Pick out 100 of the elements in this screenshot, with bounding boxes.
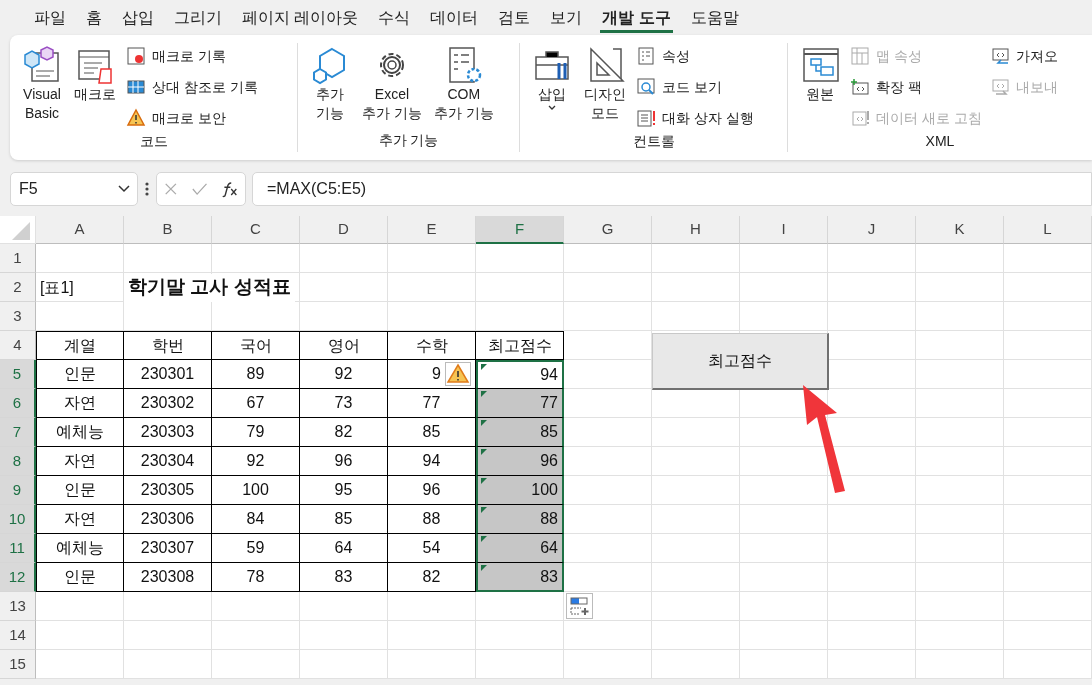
menu-tab[interactable]: 홈 [76, 0, 112, 35]
error-flag-icon [481, 364, 487, 370]
paste-options-icon[interactable] [566, 593, 593, 619]
table-cell: 96 [478, 447, 562, 475]
cubes-icon [22, 45, 62, 85]
column-header[interactable]: F [476, 216, 564, 244]
row-header[interactable]: 14 [0, 621, 36, 650]
window-layout-icon [800, 45, 840, 85]
table-cell-text: 94 [421, 451, 442, 471]
row-header[interactable]: 9 [0, 476, 36, 505]
ribbon-button[interactable]: 추가 기능 [306, 43, 354, 130]
macro-button[interactable]: 최고점수 [652, 333, 829, 390]
table-cell-text: 92 [333, 364, 354, 384]
menu-tab[interactable]: 도움말 [680, 0, 749, 35]
row-header[interactable]: 15 [0, 650, 36, 679]
menu-tab[interactable]: 개발 도구 [592, 0, 681, 35]
warning-icon [126, 108, 146, 128]
table-cell-text: 자연 [63, 509, 97, 529]
table-cell-text: 수학 [414, 335, 449, 356]
row-header[interactable]: 7 [0, 418, 36, 447]
column-header[interactable]: D [300, 216, 388, 244]
menu-tab[interactable]: 삽입 [112, 0, 164, 35]
table-cell-text: 96 [333, 451, 354, 471]
table-cell-text: 예체능 [55, 422, 105, 442]
table-cell: 학기말 고사 성적표 [124, 273, 295, 302]
ribbon-button[interactable]: 가져오 [987, 43, 1060, 69]
ribbon-button[interactable]: 속성 [634, 43, 756, 69]
ribbon-button[interactable]: 코드 보기 [634, 74, 756, 100]
row-header[interactable]: 13 [0, 592, 36, 621]
ribbon-button[interactable]: 확장 팩 [848, 74, 984, 100]
group-label: 컨트롤 [631, 132, 676, 151]
table-cell-text: 82 [333, 422, 354, 442]
row-header[interactable]: 10 [0, 505, 36, 534]
row-header[interactable]: 4 [0, 331, 36, 360]
table-cell: 83 [478, 563, 562, 590]
table-cell-text: 79 [245, 422, 266, 442]
column-header[interactable]: C [212, 216, 300, 244]
error-flag-icon [481, 449, 487, 455]
column-header[interactable]: L [1004, 216, 1092, 244]
row-header[interactable]: 1 [0, 244, 36, 273]
table-cell-text: 인문 [63, 567, 97, 587]
ribbon-button[interactable]: 매크로 기록 [124, 43, 260, 69]
row-header[interactable]: 12 [0, 563, 36, 592]
row-header[interactable]: 6 [0, 389, 36, 418]
column-header[interactable]: H [652, 216, 740, 244]
ribbon-button[interactable]: COM 추가 기능 [429, 43, 498, 130]
close-icon [164, 181, 178, 197]
table-cell-text: 83 [333, 567, 354, 587]
row-header[interactable]: 5 [0, 360, 36, 389]
ribbon-button[interactable]: 삽입 [528, 43, 576, 131]
column-header[interactable]: B [124, 216, 212, 244]
ribbon-button[interactable]: Visual Basic [18, 43, 66, 131]
grid-icon [126, 77, 146, 97]
menu-tab[interactable]: 보기 [540, 0, 593, 35]
menu-tab[interactable]: 검토 [488, 0, 541, 35]
table-cell-text: 84 [245, 509, 266, 529]
row-header[interactable]: 2 [0, 273, 36, 302]
row-header[interactable]: 11 [0, 534, 36, 563]
table-cell: 85 [478, 418, 562, 446]
ribbon-button[interactable]: 대화 상자 실행 [634, 105, 756, 131]
group-label: 추가 기능 [377, 131, 440, 150]
column-header[interactable]: K [916, 216, 1004, 244]
name-box[interactable]: F5 [10, 172, 138, 206]
table-cell-text: 230306 [139, 509, 196, 529]
error-flag-icon [481, 536, 487, 542]
table-cell-text: 67 [245, 393, 266, 413]
menu-tab[interactable]: 그리기 [164, 0, 232, 35]
table-cell-text: [표1] [39, 277, 75, 298]
ribbon-button[interactable]: 디자인 모드 [580, 43, 630, 131]
column-header[interactable]: I [740, 216, 828, 244]
ribbon-button[interactable]: 매크로 [70, 43, 120, 131]
menu-tab[interactable]: 데이터 [420, 0, 489, 35]
check-icon [191, 181, 207, 197]
ribbon-button[interactable]: 매크로 보안 [124, 105, 260, 131]
ribbon-button[interactable]: 원본 [796, 43, 844, 131]
table-cell-text: 230302 [139, 393, 196, 413]
function-icon [220, 180, 238, 198]
error-flag-icon [481, 478, 487, 484]
column-header[interactable]: E [388, 216, 476, 244]
warning-icon[interactable] [445, 362, 471, 386]
import-icon [989, 46, 1010, 66]
ribbon-button[interactable]: 상대 참조로 기록 [124, 74, 260, 100]
table-cell: 64 [478, 534, 562, 562]
menu-tab[interactable]: 수식 [368, 0, 421, 35]
ribbon-button[interactable]: Excel 추가 기능 [358, 43, 426, 130]
column-header[interactable]: J [828, 216, 916, 244]
row-header[interactable]: 3 [0, 302, 36, 331]
row-header[interactable]: 8 [0, 447, 36, 476]
table-cell-text: 230301 [139, 364, 196, 384]
table-cell-text: 9 [431, 364, 442, 384]
group-label: XML [924, 132, 956, 151]
formula-field[interactable]: =MAX(C5:E5) [252, 172, 1092, 206]
menu-tab[interactable]: 파일 [24, 0, 76, 35]
menu-tab[interactable]: 페이지 레이아웃 [232, 0, 369, 35]
column-header[interactable]: G [564, 216, 652, 244]
column-header[interactable]: A [36, 216, 124, 244]
table-cell-text: 인문 [63, 364, 97, 384]
table-cell-text: 88 [421, 509, 442, 529]
table-cell-text: 자연 [63, 451, 97, 471]
group-label: 코드 [138, 132, 169, 151]
